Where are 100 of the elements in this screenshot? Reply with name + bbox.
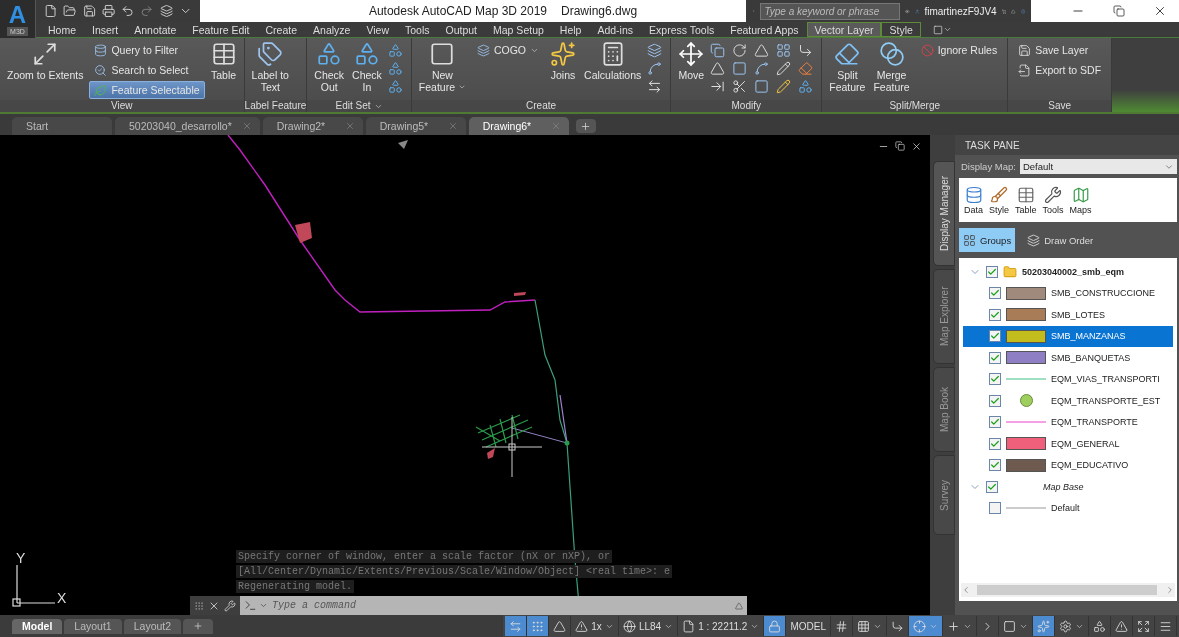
- ribbon-button[interactable]: New Feature: [416, 41, 468, 93]
- add-layout-button[interactable]: [183, 618, 214, 634]
- status-button[interactable]: 1x: [571, 616, 619, 636]
- ribbon-button[interactable]: Calculations: [582, 41, 644, 81]
- layout-tab[interactable]: Model: [12, 618, 63, 634]
- checkbox[interactable]: [989, 502, 1001, 515]
- tree-row[interactable]: SMB_LOTES: [963, 304, 1173, 326]
- ribbon-button[interactable]: Split Feature: [827, 41, 868, 93]
- ribbon-tab[interactable]: View: [358, 22, 397, 37]
- pane-tool-button[interactable]: Tools: [1041, 185, 1065, 215]
- display-map-dropdown[interactable]: Default: [1019, 159, 1177, 174]
- side-tab[interactable]: Display Manager: [933, 161, 955, 266]
- status-button[interactable]: [527, 616, 550, 636]
- checkbox[interactable]: [989, 287, 1001, 300]
- check-icon: [990, 438, 1000, 449]
- scrollbar[interactable]: [961, 583, 1175, 597]
- tree-row[interactable]: SMB_CONSTRUCCIONE: [963, 282, 1173, 304]
- layout-tab[interactable]: Layout1: [64, 618, 122, 634]
- checkbox[interactable]: [989, 437, 1001, 450]
- ribbon-tab[interactable]: Map Setup: [485, 22, 552, 37]
- ribbon-tab[interactable]: Feature Edit: [184, 22, 258, 37]
- ribbon-tab[interactable]: Style: [881, 22, 921, 37]
- status-button[interactable]: [909, 616, 943, 636]
- checkbox[interactable]: [989, 394, 1001, 407]
- tree-row[interactable]: EQM_GENERAL: [963, 433, 1173, 455]
- status-button[interactable]: MODEL: [786, 616, 831, 636]
- table-icon: [1016, 185, 1035, 204]
- document-tab[interactable]: Drawing5*: [365, 117, 466, 135]
- ribbon-tab[interactable]: Tools: [397, 22, 438, 37]
- ribbon-tab[interactable]: Annotate: [126, 22, 185, 37]
- drawing-canvas[interactable]: Y X Specify corner of window, enter a scale factor (nX or nXP), or [All/Center/Dynamic/Extents/Previous/Scale/Window/Object] <real time>: e Regenerating model. Type a command: [0, 135, 930, 615]
- display-mode-tab[interactable]: Draw Order: [1023, 228, 1098, 252]
- command-input[interactable]: Type a command: [270, 597, 733, 614]
- status-button[interactable]: [764, 616, 787, 636]
- warning-icon: [1115, 619, 1128, 633]
- stack-icon: [1027, 233, 1041, 247]
- ribbon-button[interactable]: Zoom to Extents: [5, 41, 86, 81]
- pane-tool-button[interactable]: Data: [963, 185, 984, 215]
- pane-tool-button[interactable]: Maps: [1068, 185, 1093, 215]
- tree-row[interactable]: SMB_BANQUETAS: [963, 347, 1173, 369]
- layout-tab[interactable]: Layout2: [123, 618, 182, 634]
- status-button[interactable]: [1033, 616, 1055, 636]
- checkbox[interactable]: [989, 330, 1001, 343]
- tree-row[interactable]: EQM_TRANSPORTE_EST: [963, 390, 1173, 412]
- document-tab[interactable]: 50203040_desarrollo*: [115, 117, 260, 135]
- document-tab[interactable]: Start: [12, 117, 112, 135]
- parcel-shape: [487, 448, 495, 459]
- square-icon: [754, 79, 770, 94]
- checkbox[interactable]: [989, 416, 1001, 429]
- ribbon-button[interactable]: Save Layer: [1013, 41, 1107, 59]
- search-field[interactable]: Type a keyword or phrase: [760, 2, 901, 20]
- command-line-field[interactable]: Type a command: [240, 596, 747, 615]
- ribbon-tab[interactable]: Create: [257, 22, 306, 37]
- ribbon-button[interactable]: Label to Text: [249, 41, 291, 93]
- tree-row[interactable]: EQM_VIAS_TRANSPORTI: [963, 368, 1173, 390]
- document-tab[interactable]: Drawing6*: [468, 117, 569, 135]
- panel-title: Create: [526, 100, 557, 112]
- ribbon-tab[interactable]: Insert: [84, 22, 127, 37]
- user-name[interactable]: fimartinezF9JV4: [924, 5, 997, 17]
- ribbon-tab[interactable]: Output: [437, 22, 486, 37]
- status-button[interactable]: [505, 616, 528, 636]
- checkbox[interactable]: [986, 480, 998, 493]
- add-tab-button[interactable]: [575, 119, 596, 133]
- document-tab[interactable]: Drawing2*: [262, 117, 363, 135]
- checkbox[interactable]: [986, 265, 998, 278]
- tree-row[interactable]: EQM_TRANSPORTE: [963, 411, 1173, 433]
- ribbon-button[interactable]: Check In: [350, 41, 384, 93]
- checkbox[interactable]: [989, 351, 1001, 364]
- groups-icon: [963, 233, 976, 247]
- ribbon-tab[interactable]: Home: [40, 22, 84, 37]
- ribbon-tab[interactable]: Featured Apps: [722, 22, 807, 37]
- pane-tool-button[interactable]: Table: [1014, 185, 1038, 215]
- tree-row[interactable]: Map Base: [963, 476, 1173, 498]
- display-mode-tab[interactable]: Groups: [959, 228, 1016, 252]
- rotate-icon: [732, 43, 748, 58]
- ribbon-tab[interactable]: Help: [551, 22, 590, 37]
- ribbon-button[interactable]: Move: [676, 41, 707, 81]
- ribbon-button[interactable]: Query to Filter: [89, 41, 205, 59]
- status-button[interactable]: LL84: [618, 616, 679, 636]
- checkbox[interactable]: [989, 459, 1001, 472]
- ribbon-button[interactable]: COGO: [471, 41, 545, 59]
- tree-row[interactable]: EQM_EDUCATIVO: [963, 454, 1173, 476]
- pane-tool-button[interactable]: Style: [988, 185, 1011, 215]
- tree-row[interactable]: 50203040002_smb_eqm: [963, 261, 1173, 283]
- ribbon-tab[interactable]: Express Tools: [641, 22, 723, 37]
- tree-row[interactable]: SMB_MANZANAS: [963, 325, 1173, 347]
- ribbon-button[interactable]: Ignore Rules: [915, 41, 1003, 59]
- ribbon-button[interactable]: Merge Feature: [871, 41, 912, 93]
- ribbon-tab[interactable]: Analyze: [305, 22, 359, 37]
- checkbox[interactable]: [989, 308, 1001, 321]
- checkbox[interactable]: [989, 373, 1001, 386]
- ribbon-tab[interactable]: Add-ins: [589, 22, 642, 37]
- ribbon-button[interactable]: Search to Select: [89, 61, 205, 79]
- tree-row[interactable]: Default: [963, 497, 1173, 519]
- printer-icon: [101, 4, 115, 18]
- ribbon-button[interactable]: Joins: [548, 41, 579, 81]
- ribbon-button[interactable]: Table: [208, 41, 239, 81]
- ribbon-button[interactable]: Check Out: [312, 41, 347, 93]
- ribbon-tab[interactable]: Vector Layer: [806, 22, 882, 37]
- ribbon-button[interactable]: Export to SDF: [1013, 61, 1107, 79]
